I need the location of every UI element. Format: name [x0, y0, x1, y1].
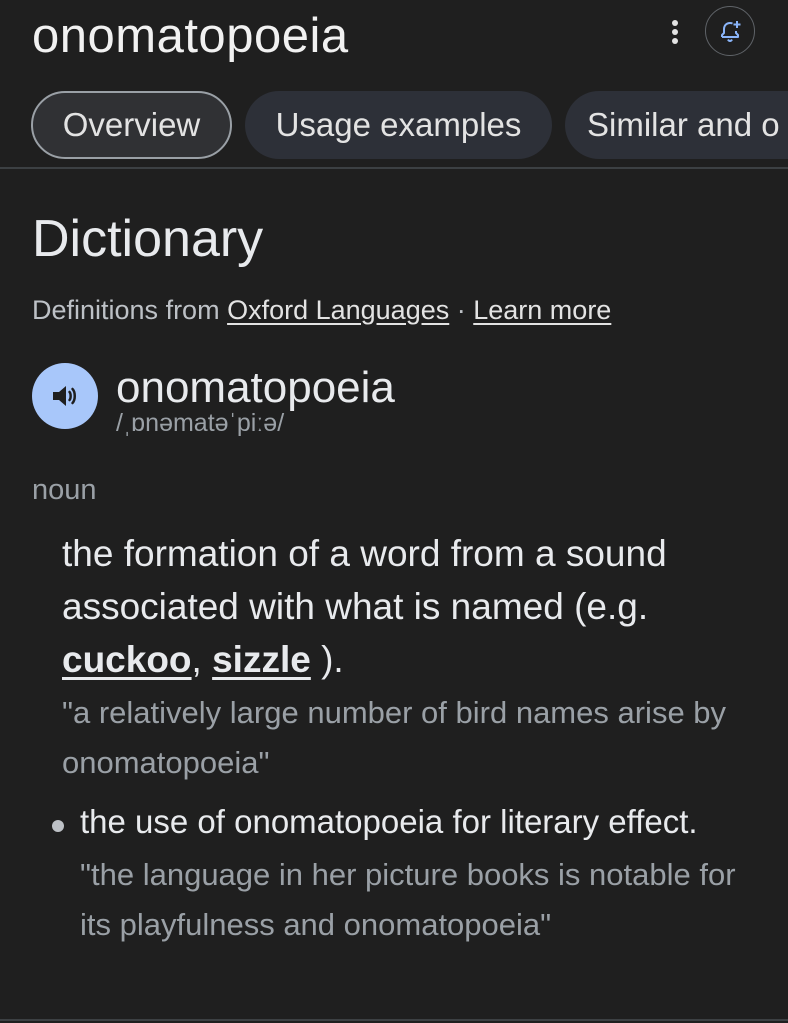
section-heading: Dictionary — [32, 210, 264, 268]
tab-overview[interactable]: Overview — [31, 91, 232, 159]
tab-usage-examples[interactable]: Usage examples — [245, 91, 552, 159]
definition-comma: , — [191, 639, 213, 680]
subsense-example: "the language in her picture books is no… — [80, 857, 736, 942]
cross-ref-link-sizzle[interactable]: sizzle — [212, 639, 311, 680]
definition-example: "a relatively large number of bird names… — [62, 695, 727, 780]
pronunciation-button[interactable] — [32, 363, 98, 429]
bullet-icon — [52, 820, 64, 832]
separator: · — [449, 295, 474, 325]
source-attribution: Definitions from Oxford Languages · Lear… — [32, 292, 611, 328]
tab-label: Overview — [62, 106, 201, 143]
source-prefix: Definitions from — [32, 295, 228, 325]
tab-similar-and-opposite[interactable]: Similar and o — [565, 91, 788, 159]
more-vertical-icon — [672, 20, 678, 44]
divider — [0, 167, 788, 169]
part-of-speech: noun — [32, 474, 97, 506]
oxford-languages-link[interactable]: Oxford Languages — [227, 295, 449, 325]
definition-text: the formation of a word from a sound ass… — [62, 527, 762, 686]
divider — [0, 1019, 788, 1021]
tab-bar: Overview Usage examples Similar and o — [0, 91, 788, 161]
add-alert-icon — [721, 21, 741, 43]
tab-label: Similar and o — [587, 106, 780, 143]
definition-end: ). — [310, 639, 344, 680]
phonetic-spelling: /ˌɒnəmatəˈpiːə/ — [116, 409, 285, 437]
cross-ref-link-cuckoo[interactable]: cuckoo — [62, 639, 192, 680]
learn-more-link[interactable]: Learn more — [473, 295, 611, 325]
add-alert-button[interactable] — [705, 6, 755, 56]
tab-label: Usage examples — [275, 106, 522, 143]
definition-body: the formation of a word from a sound ass… — [62, 533, 667, 627]
subsense-definition: the use of onomatopoeia for literary eff… — [80, 803, 698, 840]
more-options-button[interactable] — [660, 14, 690, 50]
volume-icon — [53, 386, 76, 406]
page-title: onomatopoeia — [32, 9, 349, 63]
